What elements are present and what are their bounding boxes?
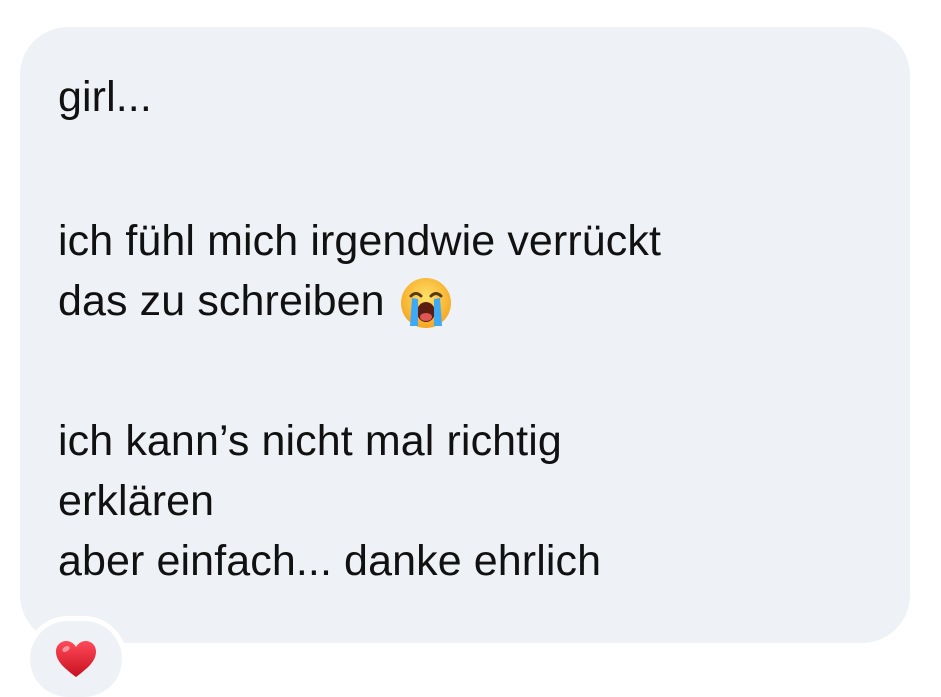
red-heart-icon	[56, 641, 96, 677]
message-line-5: erklären	[58, 477, 215, 525]
line-break	[58, 331, 870, 411]
message-line-4: ich kann’s nicht mal richtig	[58, 417, 562, 465]
heart-reaction[interactable]	[30, 621, 122, 697]
line-break	[58, 127, 870, 211]
loudly-crying-face-icon	[399, 276, 453, 330]
message-bubble[interactable]: girl... ich fühl mich irgendwie verrückt…	[20, 27, 910, 643]
message-line-1: girl...	[58, 73, 152, 121]
message-line-3-text: das zu schreiben	[58, 277, 385, 325]
message-line-3: das zu schreiben	[58, 271, 870, 331]
message-line-6: aber einfach... danke ehrlich	[58, 537, 602, 585]
message-line-2: ich fühl mich irgendwie verrückt	[58, 217, 662, 265]
